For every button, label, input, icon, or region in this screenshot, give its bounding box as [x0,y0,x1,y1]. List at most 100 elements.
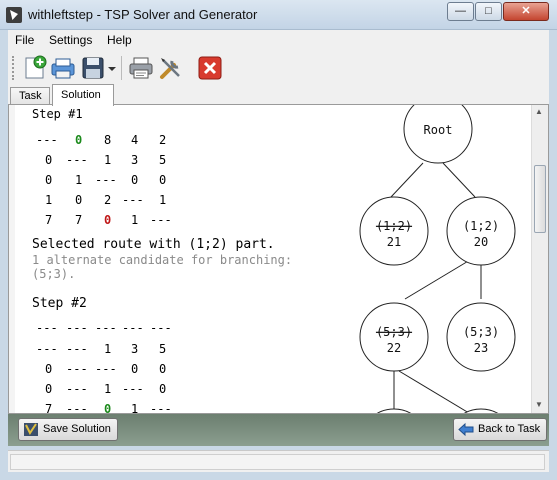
matrix-cell: --- [66,153,88,167]
tree-node-label: (5;3) [463,325,499,339]
open-printer-icon[interactable] [50,55,76,81]
matrix-cell: 8 [104,133,112,147]
toolbar-separator [121,56,122,80]
matrix-cell: 0 [45,173,53,187]
matrix-cell: 2 [104,193,112,207]
matrix-cell: 7 [45,402,53,414]
matrix-cell: --- [36,342,58,356]
toolbar-grip[interactable] [12,56,16,80]
tree-edge [398,370,470,413]
matrix-cell: 1 [75,173,83,187]
matrix-cell: --- [150,321,172,335]
matrix-cell: 1 [104,382,112,396]
tree-edge [442,162,476,198]
matrix-cell: 0 [75,193,83,207]
tree-node-label-excluded: (5;3) [376,325,412,339]
matrix-cell: 1 [131,213,139,227]
save-solution-label: Save Solution [43,423,111,435]
left-edge-scrollbar[interactable] [9,105,15,413]
matrix-cell: 4 [131,133,139,147]
matrix-cell: 0 [45,362,53,376]
scrollbar-thumb[interactable] [534,165,546,233]
title-bar: withleftstep - TSP Solver and Generator … [0,0,557,30]
back-arrow-icon [458,422,474,437]
matrix-cell: 0 [131,362,139,376]
tree-edge [404,256,476,300]
tree-node-label: (1;2) [463,219,499,233]
step2-heading: Step #2 [32,296,87,311]
matrix-cell: --- [36,133,58,147]
toolbar [8,52,549,84]
back-to-task-label: Back to Task [478,423,541,435]
tree-node-value: 23 [474,341,488,355]
app-icon [6,7,22,23]
dropdown-arrow-icon[interactable] [106,55,118,81]
tree-node[interactable] [360,408,428,413]
matrix-cell: 3 [131,342,139,356]
save-icon[interactable] [80,55,106,81]
back-to-task-button[interactable]: Back to Task [453,418,548,441]
solution-tree: Root (1;2) 21 (1;2) 20 (5;3) 22 (5;3) 23 [359,105,516,413]
matrix-cell: 5 [159,153,167,167]
maximize-button[interactable]: □ [475,2,502,21]
tree-node-value: 21 [387,235,401,249]
matrix-cell: 0 [131,173,139,187]
save-solution-icon [23,422,39,437]
tab-strip: Task Solution [8,84,549,106]
save-solution-button[interactable]: Save Solution [18,418,118,441]
matrix-cell: --- [122,193,144,207]
vertical-scrollbar[interactable]: ▲ ▼ [531,105,548,413]
matrix-cell: --- [36,321,58,335]
tools-icon[interactable] [158,55,184,81]
new-document-icon[interactable] [22,55,48,81]
matrix-cell: --- [66,402,88,414]
tree-edge [390,162,424,198]
matrix-cell: 0 [159,173,167,187]
matrix-cell: 0 [159,382,167,396]
minimize-button[interactable]: — [447,2,474,21]
matrix-cell: 0 [45,153,53,167]
matrix-cell: --- [150,213,172,227]
status-field [10,454,545,470]
matrix-cell: --- [66,382,88,396]
tree-root-label: Root [424,123,453,137]
menu-settings[interactable]: Settings [49,33,92,47]
matrix-cell: --- [66,342,88,356]
matrix-cell: 5 [159,342,167,356]
print-icon[interactable] [128,55,154,81]
matrix-cell: 1 [159,193,167,207]
matrix-cell: 3 [131,153,139,167]
matrix-cell: --- [150,402,172,414]
tree-node-label-excluded: (1;2) [376,219,412,233]
menu-help[interactable]: Help [107,33,132,47]
candidate-text-line2: (5;3). [32,267,76,281]
matrix-cell: --- [66,321,88,335]
menu-file[interactable]: File [15,33,34,47]
solution-panel: Step #1 --- 0 8 4 2 0 --- 1 3 5 0 1 --- … [8,104,549,414]
matrix-cell: 1 [131,402,139,414]
candidate-text-line1: 1 alternate candidate for branching: [32,253,293,267]
matrix-cell: 7 [75,213,83,227]
matrix-cell: --- [95,362,117,376]
matrix-cell: 7 [45,213,53,227]
close-window-button[interactable]: ✕ [503,2,549,21]
tree-node[interactable] [447,408,515,413]
tree-node-value: 20 [474,235,488,249]
matrix-cell: --- [122,321,144,335]
matrix-cell: 1 [104,342,112,356]
bottom-button-bar: Save Solution Back to Task [8,414,549,446]
window-title: withleftstep - TSP Solver and Generator [28,7,258,22]
matrix-cell: --- [122,382,144,396]
matrix-cell: --- [95,321,117,335]
matrix-cell-highlight-red: 0 [104,213,112,227]
matrix-cell: 2 [159,133,167,147]
step1-heading: Step #1 [32,107,83,121]
close-red-icon[interactable] [197,55,223,81]
scroll-down-arrow-icon[interactable]: ▼ [535,400,543,409]
matrix-cell-highlight-green: 0 [104,402,112,414]
selected-route-text: Selected route with (1;2) part. [32,237,275,252]
matrix-cell: --- [66,362,88,376]
tab-task[interactable]: Task [10,87,50,105]
tab-solution[interactable]: Solution [52,84,114,106]
scroll-up-arrow-icon[interactable]: ▲ [535,107,543,116]
